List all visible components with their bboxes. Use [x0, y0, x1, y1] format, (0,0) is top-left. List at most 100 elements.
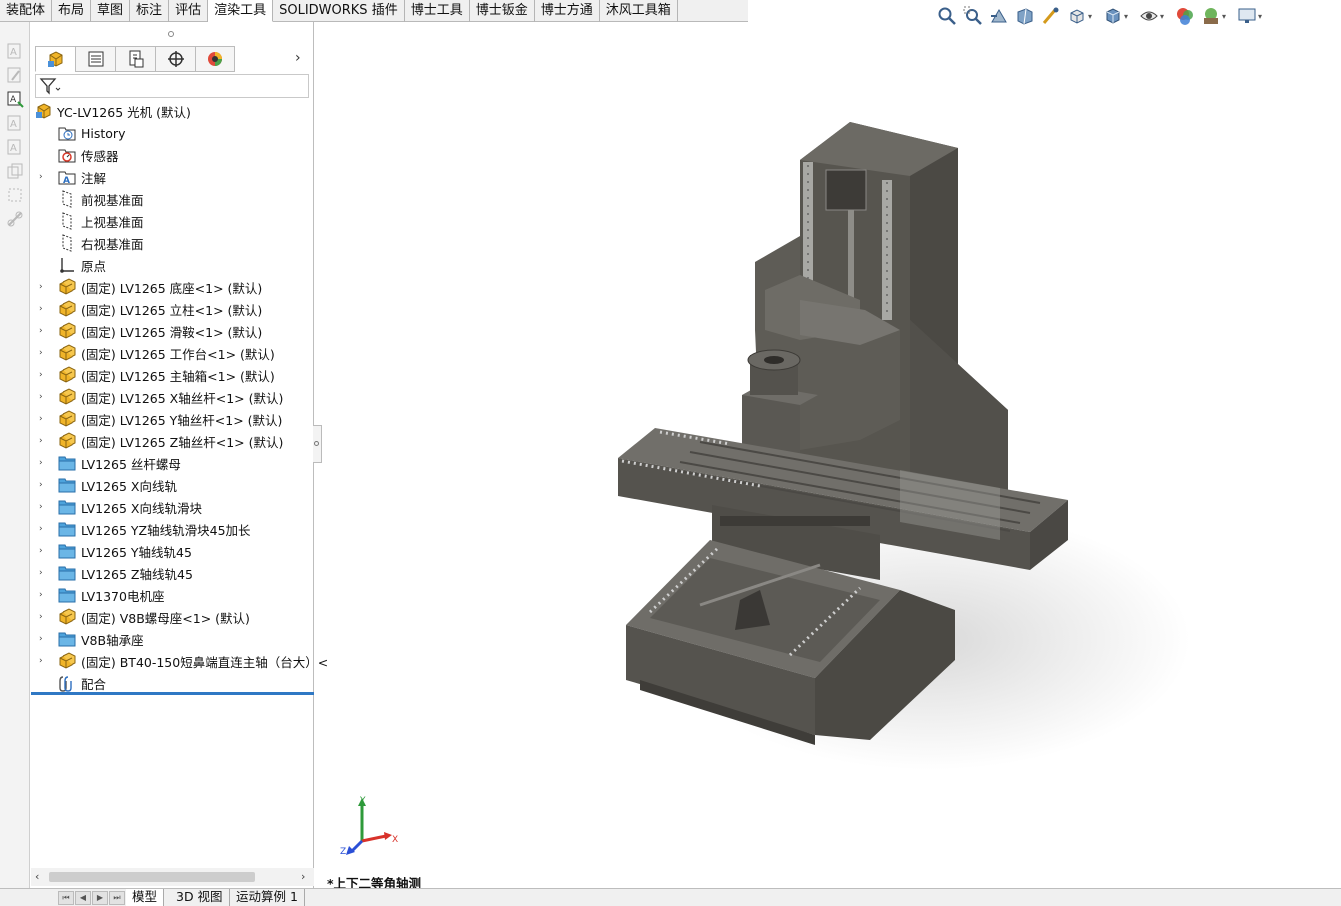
tree-item[interactable]: › (固定) LV1265 工作台<1> (默认) — [31, 342, 314, 364]
first-tab-icon[interactable]: ⏮ — [58, 891, 74, 905]
rollback-bar[interactable] — [31, 692, 314, 695]
expand-chevron-icon[interactable]: › — [39, 502, 47, 512]
graphics-area[interactable]: Y X Z *上下二等角轴测 — [322, 28, 1341, 891]
expand-chevron-icon[interactable]: › — [39, 612, 47, 622]
tree-item[interactable]: 原点 — [31, 254, 314, 276]
tab-0[interactable]: 装配体 — [0, 0, 53, 22]
tree-item[interactable]: 前视基准面 — [31, 188, 314, 210]
tree-item[interactable]: 配合 — [31, 672, 314, 694]
expand-chevron-icon[interactable]: › — [39, 524, 47, 534]
expand-chevron-icon[interactable]: › — [39, 326, 47, 336]
tab-1[interactable]: 布局 — [52, 0, 92, 22]
note-icon[interactable]: A — [6, 114, 24, 132]
exploded-view-icon[interactable] — [6, 186, 24, 204]
tree-item[interactable]: › LV1265 Z轴线轨45 — [31, 562, 314, 584]
tree-item[interactable]: › (固定) LV1265 主轴箱<1> (默认) — [31, 364, 314, 386]
hide-show-dropdown-icon[interactable]: ▾ — [1160, 12, 1168, 21]
tree-item[interactable]: › (固定) LV1265 底座<1> (默认) — [31, 276, 314, 298]
next-tab-icon[interactable]: ▶ — [92, 891, 108, 905]
tree-item[interactable]: › LV1370电机座 — [31, 584, 314, 606]
tree-item[interactable]: › LV1265 Y轴线轨45 — [31, 540, 314, 562]
tree-item[interactable]: 上视基准面 — [31, 210, 314, 232]
tab-10[interactable]: 沐风工具箱 — [600, 0, 678, 22]
view-orientation-dropdown-icon[interactable]: ▾ — [1088, 12, 1096, 21]
expand-chevron-icon[interactable]: › — [39, 656, 47, 666]
tab-5[interactable]: 渲染工具 — [208, 0, 274, 22]
tree-item[interactable]: History — [31, 122, 314, 144]
more-tabs-chevron-icon[interactable]: › — [295, 50, 309, 68]
view-orientation-icon[interactable] — [1066, 5, 1088, 27]
scroll-left-icon[interactable]: ‹ — [35, 870, 39, 883]
bottom-tab-2[interactable]: 运动算例 1 — [230, 889, 305, 906]
feature-manager-tab-icon[interactable] — [35, 46, 75, 72]
tree-item[interactable]: › (固定) LV1265 Y轴丝杆<1> (默认) — [31, 408, 314, 430]
filter-icon[interactable] — [39, 77, 61, 95]
tab-6[interactable]: SOLIDWORKS 插件 — [273, 0, 405, 22]
edit-appearance-icon[interactable] — [1174, 5, 1196, 27]
section-view-icon[interactable] — [1014, 5, 1036, 27]
scrollbar-thumb[interactable] — [49, 872, 255, 882]
tree-item[interactable]: › (固定) LV1265 Z轴丝杆<1> (默认) — [31, 430, 314, 452]
tree-item[interactable]: › (固定) LV1265 X轴丝杆<1> (默认) — [31, 386, 314, 408]
smart-dimension-icon[interactable]: A — [6, 90, 24, 108]
tree-item[interactable]: › (固定) BT40-150短鼻端直连主轴（台大）< — [31, 650, 328, 672]
copy-icon[interactable] — [6, 162, 24, 180]
tree-filter-bar[interactable] — [35, 74, 309, 98]
link-icon[interactable] — [6, 210, 24, 228]
tree-item[interactable]: › V8B轴承座 — [31, 628, 314, 650]
mate-icon[interactable] — [6, 66, 24, 84]
display-manager-tab-icon[interactable] — [195, 46, 235, 72]
expand-chevron-icon[interactable]: › — [39, 436, 47, 446]
previous-view-icon[interactable] — [988, 5, 1010, 27]
tree-item[interactable]: › LV1265 YZ轴线轨滑块45加长 — [31, 518, 314, 540]
tree-item[interactable]: › LV1265 X向线轨滑块 — [31, 496, 314, 518]
view-settings-dropdown-icon[interactable]: ▾ — [1258, 12, 1266, 21]
expand-chevron-icon[interactable]: › — [39, 634, 47, 644]
last-tab-icon[interactable]: ⏭ — [109, 891, 125, 905]
tab-7[interactable]: 博士工具 — [405, 0, 470, 22]
prev-tab-icon[interactable]: ◀ — [75, 891, 91, 905]
expand-chevron-icon[interactable]: › — [39, 304, 47, 314]
dynamic-annotation-icon[interactable] — [1040, 5, 1062, 27]
tab-4[interactable]: 评估 — [169, 0, 209, 22]
insert-component-icon[interactable]: A — [6, 42, 24, 60]
expand-chevron-icon[interactable]: › — [39, 568, 47, 578]
tree-item[interactable]: › LV1265 丝杆螺母 — [31, 452, 314, 474]
configuration-manager-tab-icon[interactable] — [115, 46, 155, 72]
bottom-tab-1[interactable]: 3D 视图 — [170, 889, 230, 906]
tree-item[interactable]: › (固定) V8B螺母座<1> (默认) — [31, 606, 314, 628]
panel-grip[interactable] — [168, 31, 174, 37]
expand-chevron-icon[interactable]: › — [39, 480, 47, 490]
balloon-icon[interactable]: A — [6, 138, 24, 156]
tree-item[interactable]: 右视基准面 — [31, 232, 314, 254]
tree-item[interactable]: › LV1265 X向线轨 — [31, 474, 314, 496]
expand-chevron-icon[interactable]: › — [39, 414, 47, 424]
apply-scene-icon[interactable] — [1200, 5, 1222, 27]
bottom-tab-0[interactable]: 模型 — [126, 889, 165, 906]
tab-2[interactable]: 草图 — [91, 0, 131, 22]
tab-3[interactable]: 标注 — [130, 0, 170, 22]
expand-chevron-icon[interactable]: › — [39, 348, 47, 358]
horizontal-scrollbar[interactable]: ‹ › — [31, 868, 314, 886]
expand-chevron-icon[interactable]: › — [39, 392, 47, 402]
view-settings-icon[interactable] — [1236, 5, 1258, 27]
tab-9[interactable]: 博士方通 — [535, 0, 600, 22]
expand-chevron-icon[interactable]: › — [39, 546, 47, 556]
expand-chevron-icon[interactable]: › — [39, 172, 47, 182]
tree-item[interactable]: › A 注解 — [31, 166, 314, 188]
expand-chevron-icon[interactable]: › — [39, 590, 47, 600]
scroll-right-icon[interactable]: › — [301, 870, 305, 883]
panel-splitter[interactable] — [313, 425, 322, 463]
apply-scene-dropdown-icon[interactable]: ▾ — [1222, 12, 1230, 21]
expand-chevron-icon[interactable]: › — [39, 458, 47, 468]
tree-item[interactable]: 传感器 — [31, 144, 314, 166]
property-manager-tab-icon[interactable] — [75, 46, 115, 72]
tree-item[interactable]: › (固定) LV1265 滑鞍<1> (默认) — [31, 320, 314, 342]
tree-item[interactable]: › (固定) LV1265 立柱<1> (默认) — [31, 298, 314, 320]
expand-chevron-icon[interactable]: › — [39, 282, 47, 292]
expand-chevron-icon[interactable]: › — [39, 370, 47, 380]
hide-show-items-icon[interactable] — [1138, 5, 1160, 27]
tree-root-assembly[interactable]: YC-LV1265 光机 (默认) — [31, 100, 314, 122]
vmc-machine-model[interactable] — [322, 28, 1341, 848]
zoom-area-icon[interactable] — [962, 5, 984, 27]
